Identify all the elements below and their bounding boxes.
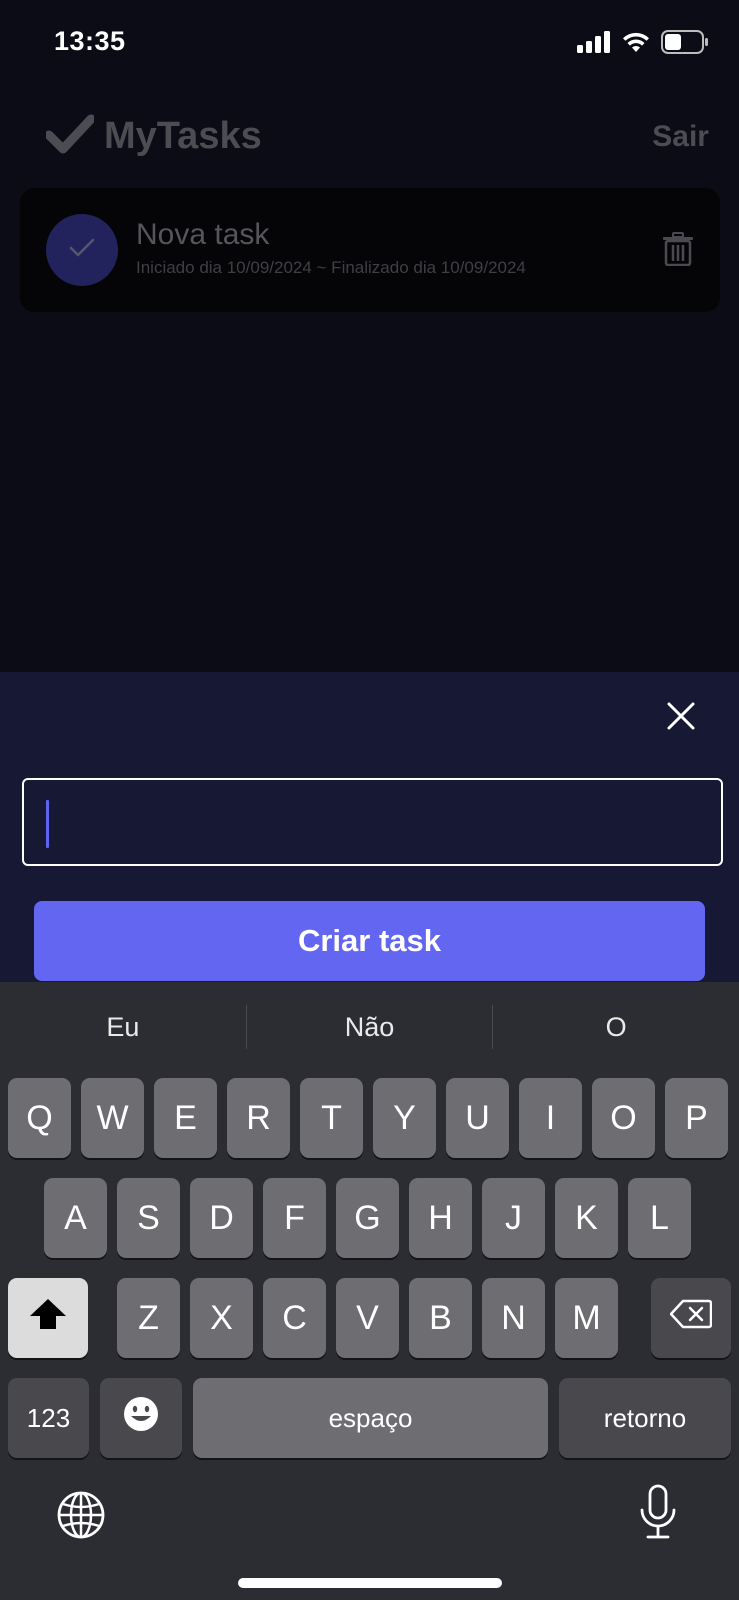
key-e[interactable]: E (154, 1078, 217, 1158)
key-i[interactable]: I (519, 1078, 582, 1158)
suggestion-item[interactable]: O (493, 1012, 739, 1043)
shift-key[interactable] (8, 1278, 88, 1358)
key-q[interactable]: Q (8, 1078, 71, 1158)
status-time: 13:35 (54, 26, 126, 56)
app-logo: MyTasks (44, 114, 262, 159)
key-j[interactable]: J (482, 1178, 545, 1258)
key-x[interactable]: X (190, 1278, 253, 1358)
battery-icon (661, 30, 709, 54)
key-c[interactable]: C (263, 1278, 326, 1358)
keyboard: Eu Não O Q W E R T Y U I O P A S D F G H… (0, 982, 739, 1600)
key-z[interactable]: Z (117, 1278, 180, 1358)
numbers-key[interactable]: 123 (8, 1378, 89, 1458)
emoji-icon (122, 1395, 160, 1442)
create-task-button[interactable]: Criar task (34, 901, 705, 981)
create-task-sheet: Criar task (0, 672, 739, 982)
key-y[interactable]: Y (373, 1078, 436, 1158)
check-icon (69, 238, 95, 263)
key-v[interactable]: V (336, 1278, 399, 1358)
suggestion-bar: Eu Não O (0, 982, 739, 1072)
trash-icon[interactable] (662, 232, 694, 271)
suggestion-item[interactable]: Não (247, 1012, 493, 1043)
backspace-icon (669, 1299, 713, 1338)
key-k[interactable]: K (555, 1178, 618, 1258)
key-n[interactable]: N (482, 1278, 545, 1358)
logout-button[interactable]: Sair (652, 120, 709, 154)
key-g[interactable]: G (336, 1178, 399, 1258)
app-header: MyTasks Sair (0, 100, 739, 180)
key-s[interactable]: S (117, 1178, 180, 1258)
key-m[interactable]: M (555, 1278, 618, 1358)
home-indicator (238, 1578, 502, 1588)
key-d[interactable]: D (190, 1178, 253, 1258)
key-b[interactable]: B (409, 1278, 472, 1358)
key-h[interactable]: H (409, 1178, 472, 1258)
task-title: Nova task (136, 218, 270, 251)
return-key[interactable]: retorno (559, 1378, 731, 1458)
task-item[interactable]: Nova task Iniciado dia 10/09/2024 ~ Fina… (20, 188, 720, 312)
cellular-signal-icon (577, 31, 611, 53)
checkmark-logo-icon (44, 114, 96, 159)
emoji-key[interactable] (100, 1378, 182, 1458)
microphone-icon[interactable] (638, 1484, 678, 1545)
suggestion-item[interactable]: Eu (0, 1012, 246, 1043)
close-icon[interactable] (663, 698, 699, 734)
key-o[interactable]: O (592, 1078, 655, 1158)
backspace-key[interactable] (651, 1278, 731, 1358)
app-title: MyTasks (104, 115, 262, 157)
key-u[interactable]: U (446, 1078, 509, 1158)
space-key[interactable]: espaço (193, 1378, 548, 1458)
key-w[interactable]: W (81, 1078, 144, 1158)
task-name-input[interactable] (22, 778, 723, 866)
key-l[interactable]: L (628, 1178, 691, 1258)
key-f[interactable]: F (263, 1178, 326, 1258)
task-complete-toggle[interactable] (46, 214, 118, 286)
status-bar: 13:35 (0, 0, 739, 90)
globe-icon[interactable] (56, 1490, 106, 1545)
shift-arrow-icon (28, 1297, 68, 1340)
key-r[interactable]: R (227, 1078, 290, 1158)
status-icons (577, 30, 709, 54)
task-dates: Iniciado dia 10/09/2024 ~ Finalizado dia… (136, 258, 526, 277)
text-cursor (46, 800, 49, 848)
key-t[interactable]: T (300, 1078, 363, 1158)
key-p[interactable]: P (665, 1078, 728, 1158)
key-a[interactable]: A (44, 1178, 107, 1258)
wifi-icon (621, 31, 651, 53)
